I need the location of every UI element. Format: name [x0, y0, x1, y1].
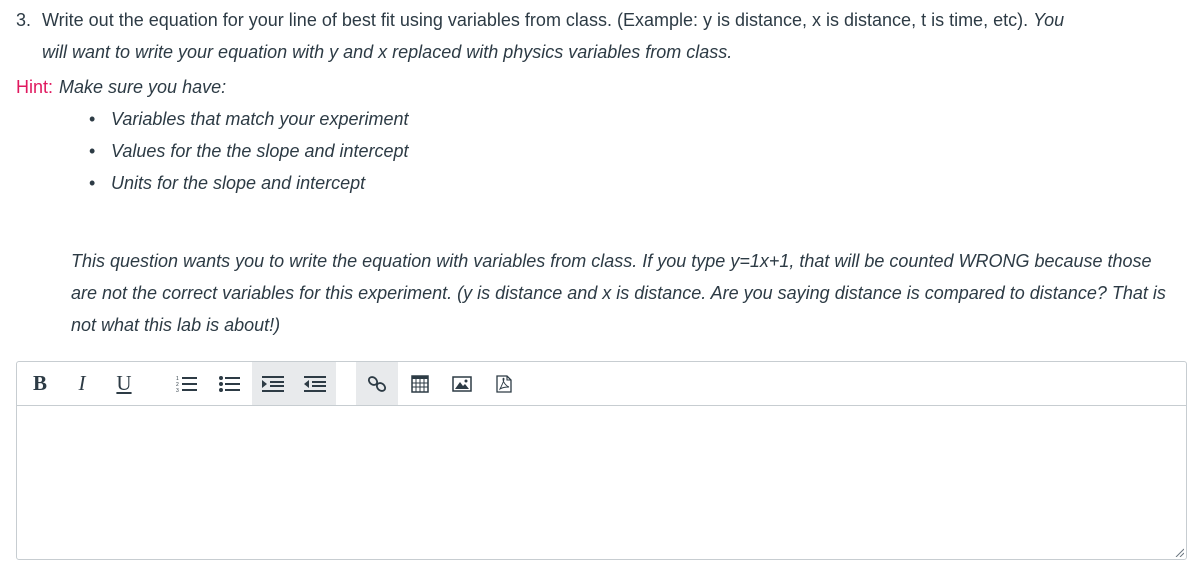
editor-content-area[interactable] — [17, 406, 1186, 559]
hint-list-item: Units for the slope and intercept — [89, 167, 409, 199]
numbered-list-button[interactable]: 1 2 3 — [167, 362, 207, 405]
link-button[interactable] — [356, 362, 398, 405]
italic-button[interactable]: I — [67, 362, 97, 405]
hint-list-item: Variables that match your experiment — [89, 103, 409, 135]
table-icon — [411, 374, 429, 393]
image-icon — [452, 375, 472, 392]
svg-text:3: 3 — [176, 388, 179, 393]
quiz-question-page: 3. Write out the equation for your line o… — [0, 0, 1202, 568]
indent-icon — [262, 375, 284, 392]
underline-label: U — [116, 371, 132, 395]
rich-text-editor: B I U 1 2 3 — [16, 361, 1187, 560]
pdf-icon — [496, 374, 512, 393]
outdent-button[interactable] — [295, 362, 335, 405]
hint-label: Hint: — [16, 77, 54, 97]
question-italic-first: You — [1033, 10, 1065, 30]
bold-label: B — [32, 371, 47, 395]
indent-button[interactable] — [253, 362, 293, 405]
table-button[interactable] — [400, 362, 440, 405]
instruction-note: This question wants you to write the equ… — [71, 251, 1166, 335]
question-text: 3. Write out the equation for your line o… — [16, 4, 1186, 68]
resize-handle-icon[interactable] — [1174, 547, 1184, 557]
outdent-icon — [304, 375, 326, 392]
hint: Hint: Make sure you have: — [16, 71, 226, 103]
italic-label: I — [78, 371, 86, 395]
hint-text: Make sure you have: — [59, 77, 227, 97]
question-italic-rest: will want to write your equation with y … — [42, 42, 733, 62]
bold-button[interactable]: B — [25, 362, 55, 405]
hint-list-item: Values for the the slope and intercept — [89, 135, 409, 167]
underline-button[interactable]: U — [109, 362, 139, 405]
image-button[interactable] — [442, 362, 482, 405]
numbered-list-icon: 1 2 3 — [176, 376, 197, 393]
question-number: 3. — [16, 10, 32, 30]
hint-list: Variables that match your experiment Val… — [89, 103, 409, 199]
question-prompt: Write out the equation for your line of … — [42, 10, 1029, 30]
bullet-list-button[interactable] — [210, 362, 250, 405]
document-button[interactable] — [484, 362, 524, 405]
link-icon — [367, 375, 387, 392]
editor-toolbar: B I U 1 2 3 — [17, 362, 1186, 406]
bullet-list-icon — [219, 375, 240, 392]
